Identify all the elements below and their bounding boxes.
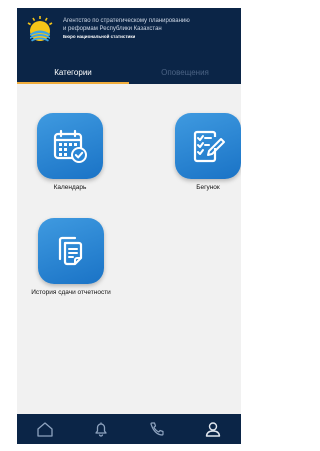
tile-report-history-button[interactable] — [38, 218, 104, 284]
tile-report-history-label: История сдачи отчетности — [31, 289, 111, 296]
calendar-check-icon — [53, 129, 87, 163]
nav-contacts[interactable] — [142, 414, 172, 444]
agency-name-line2: и реформам Республики Казахстан — [63, 26, 162, 32]
tab-categories-label: Категории — [54, 67, 92, 77]
bell-icon — [95, 422, 107, 437]
active-tab-indicator — [17, 82, 129, 84]
tile-runner-button[interactable] — [175, 113, 241, 179]
agency-name: Агентство по стратегическому планировани… — [63, 17, 190, 41]
tab-categories[interactable]: Категории — [17, 60, 129, 84]
tile-runner[interactable]: Бегунок — [175, 113, 241, 191]
tile-runner-label: Бегунок — [196, 184, 220, 191]
documents-icon — [58, 236, 83, 266]
agency-name-line1: Агентство по стратегическому планировани… — [63, 18, 190, 24]
nav-profile[interactable] — [198, 414, 228, 444]
tab-notifications-label: Оповещения — [161, 67, 209, 77]
bottom-nav — [17, 414, 241, 444]
user-icon — [205, 422, 221, 437]
nav-home[interactable] — [30, 414, 60, 444]
tile-calendar[interactable]: Календарь — [37, 113, 103, 191]
app-screen: Агентство по стратегическому планировани… — [17, 8, 241, 444]
tile-report-history[interactable]: История сдачи отчетности — [23, 218, 119, 296]
agency-logo — [27, 16, 53, 42]
home-icon — [37, 422, 53, 437]
tile-calendar-button[interactable] — [37, 113, 103, 179]
bureau-name: Бюро национальной статистики — [63, 34, 136, 39]
checklist-edit-icon — [193, 130, 225, 163]
tab-notifications[interactable]: Оповещения — [129, 60, 241, 84]
tab-bar: Категории Оповещения — [17, 60, 241, 84]
nav-notifications[interactable] — [86, 414, 116, 444]
phone-icon — [150, 422, 164, 436]
tile-calendar-label: Календарь — [53, 184, 87, 191]
app-header: Агентство по стратегическому планировани… — [17, 8, 241, 60]
